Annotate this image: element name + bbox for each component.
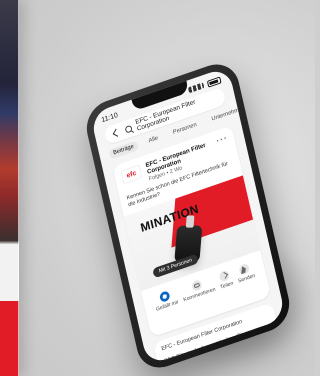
like-icon xyxy=(159,289,172,303)
search-icon xyxy=(123,123,133,134)
more-options-icon[interactable] xyxy=(215,134,229,149)
send-label: Senden xyxy=(237,272,256,285)
left-edge-photo-strip xyxy=(0,0,19,376)
share-label: Teilen xyxy=(219,280,234,291)
send-action[interactable]: Senden xyxy=(235,261,256,284)
share-icon xyxy=(218,269,231,283)
send-icon xyxy=(238,262,251,276)
post-card: efc EFC - European Filter Corporation Fo… xyxy=(112,125,271,338)
comment-action[interactable]: Kommentieren xyxy=(180,275,216,303)
company-logo: efc xyxy=(120,164,143,185)
comment-icon xyxy=(191,278,204,292)
tab-all[interactable]: Alle xyxy=(144,132,163,147)
scene: 11:10 EFC - European Filter Corporation … xyxy=(0,0,315,376)
signal-icon xyxy=(187,82,205,94)
like-action[interactable]: Gefällt mir xyxy=(153,288,179,313)
like-label: Gefällt mir xyxy=(155,299,180,313)
back-icon[interactable] xyxy=(110,127,121,139)
battery-icon xyxy=(206,75,222,88)
status-time: 11:10 xyxy=(100,111,119,124)
share-action[interactable]: Teilen xyxy=(217,269,234,291)
tab-posts[interactable]: Beiträge xyxy=(108,140,139,160)
